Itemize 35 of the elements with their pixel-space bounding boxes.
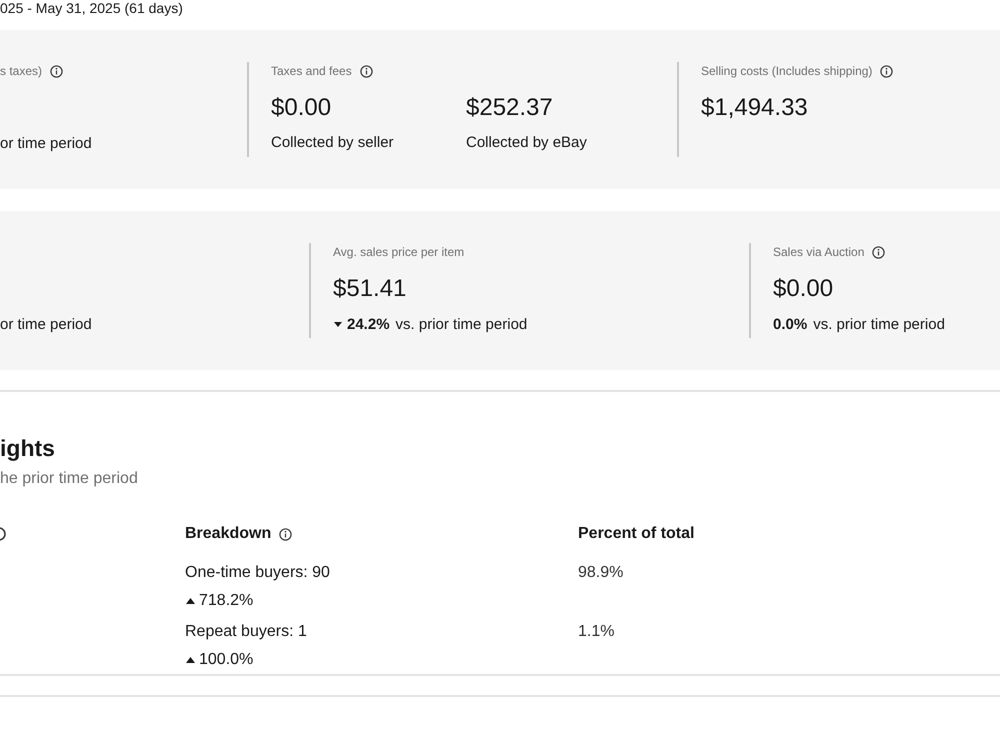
metric-value: $0.00 [773, 274, 834, 304]
trend-text: vs. prior time period [813, 316, 945, 332]
info-icon[interactable] [872, 246, 886, 258]
metric-label: Taxes and fees [271, 63, 352, 80]
column-header: Percent of total [578, 525, 694, 543]
metric-label: Avg. sales price per item [333, 244, 464, 261]
info-icon[interactable] [0, 527, 6, 541]
trend-percent: 0.0% [773, 316, 808, 332]
trend-text: or time period [0, 134, 92, 152]
metric-value: $0.00 [271, 93, 332, 123]
trend-percent: 24.2% [347, 316, 390, 332]
trend-text: or time period [0, 316, 92, 332]
info-icon[interactable] [880, 64, 894, 78]
metric-value: $1,494.33 [701, 93, 809, 123]
trend-text: vs. prior time period [396, 316, 528, 332]
table-cell: Repeat buyers: 1 [185, 623, 307, 641]
section-title: ights [0, 434, 56, 463]
date-range: 025 - May 31, 2025 (61 days) [0, 0, 184, 16]
metric-label: s taxes) [0, 63, 42, 80]
section-subtitle: he prior time period [0, 469, 139, 489]
info-icon[interactable] [360, 64, 373, 78]
metric-label: Sales via Auction [773, 244, 864, 261]
metric-caption: Collected by seller [271, 133, 395, 153]
metric-value: $252.37 [466, 93, 554, 123]
table-cell: One-time buyers: 90 [185, 564, 330, 582]
change-percent: 718.2% [199, 592, 254, 610]
table-cell: 1.1% [578, 623, 614, 641]
info-icon[interactable] [279, 528, 292, 540]
metric-label: Selling costs (Includes shipping) [701, 63, 872, 80]
info-icon[interactable] [50, 64, 64, 78]
column-header: Breakdown [185, 525, 272, 543]
change-percent: 100.0% [199, 651, 254, 669]
metric-value: $51.41 [333, 274, 408, 304]
metric-caption: Collected by eBay [466, 133, 588, 153]
table-cell: 98.9% [578, 564, 624, 582]
